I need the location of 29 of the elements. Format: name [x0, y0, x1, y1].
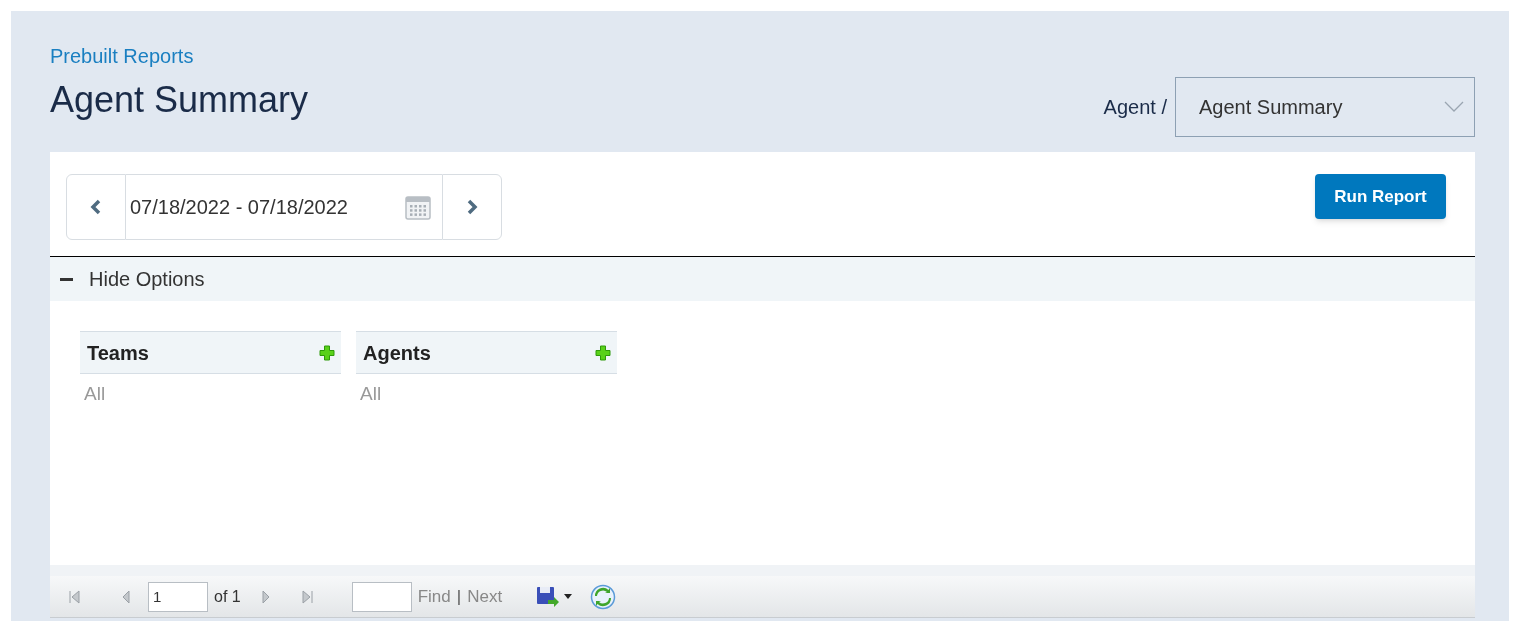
link-separator: |: [456, 585, 462, 608]
page-count: of 1: [214, 586, 241, 607]
chevron-right-icon: [466, 199, 478, 215]
page-title: Agent Summary: [50, 78, 309, 122]
caret-down-icon: [564, 594, 573, 599]
filter-value: All: [83, 382, 107, 406]
add-icon[interactable]: [319, 344, 335, 361]
calendar-icon: [404, 193, 432, 221]
chevron-left-icon: [90, 199, 102, 215]
refresh-icon[interactable]: [590, 583, 617, 610]
page-number-field[interactable]: 1: [148, 581, 208, 612]
last-page-icon[interactable]: [300, 588, 315, 605]
add-icon[interactable]: [595, 344, 611, 361]
run-report-button[interactable]: Run Report: [1315, 174, 1446, 219]
options-toggle[interactable]: Hide Options: [50, 257, 1475, 301]
next-date-button[interactable]: [442, 174, 502, 240]
date-range-field[interactable]: 07/18/2022 - 07/18/2022: [126, 174, 442, 240]
previous-date-button[interactable]: [66, 174, 126, 240]
chevron-down-icon: [1444, 101, 1464, 113]
filter-title: Teams: [87, 340, 149, 366]
first-page-icon[interactable]: [67, 588, 81, 605]
report-category: Agent /: [1103, 95, 1167, 120]
report-dropdown[interactable]: Agent Summary: [1175, 77, 1475, 137]
floppy-disk-icon: [536, 585, 561, 608]
filter-title: Agents: [363, 340, 431, 366]
export-button[interactable]: [536, 585, 573, 608]
find-field[interactable]: [351, 581, 412, 612]
filter-value: All: [359, 382, 383, 406]
breadcrumb-link[interactable]: Prebuilt Reports: [50, 44, 309, 68]
